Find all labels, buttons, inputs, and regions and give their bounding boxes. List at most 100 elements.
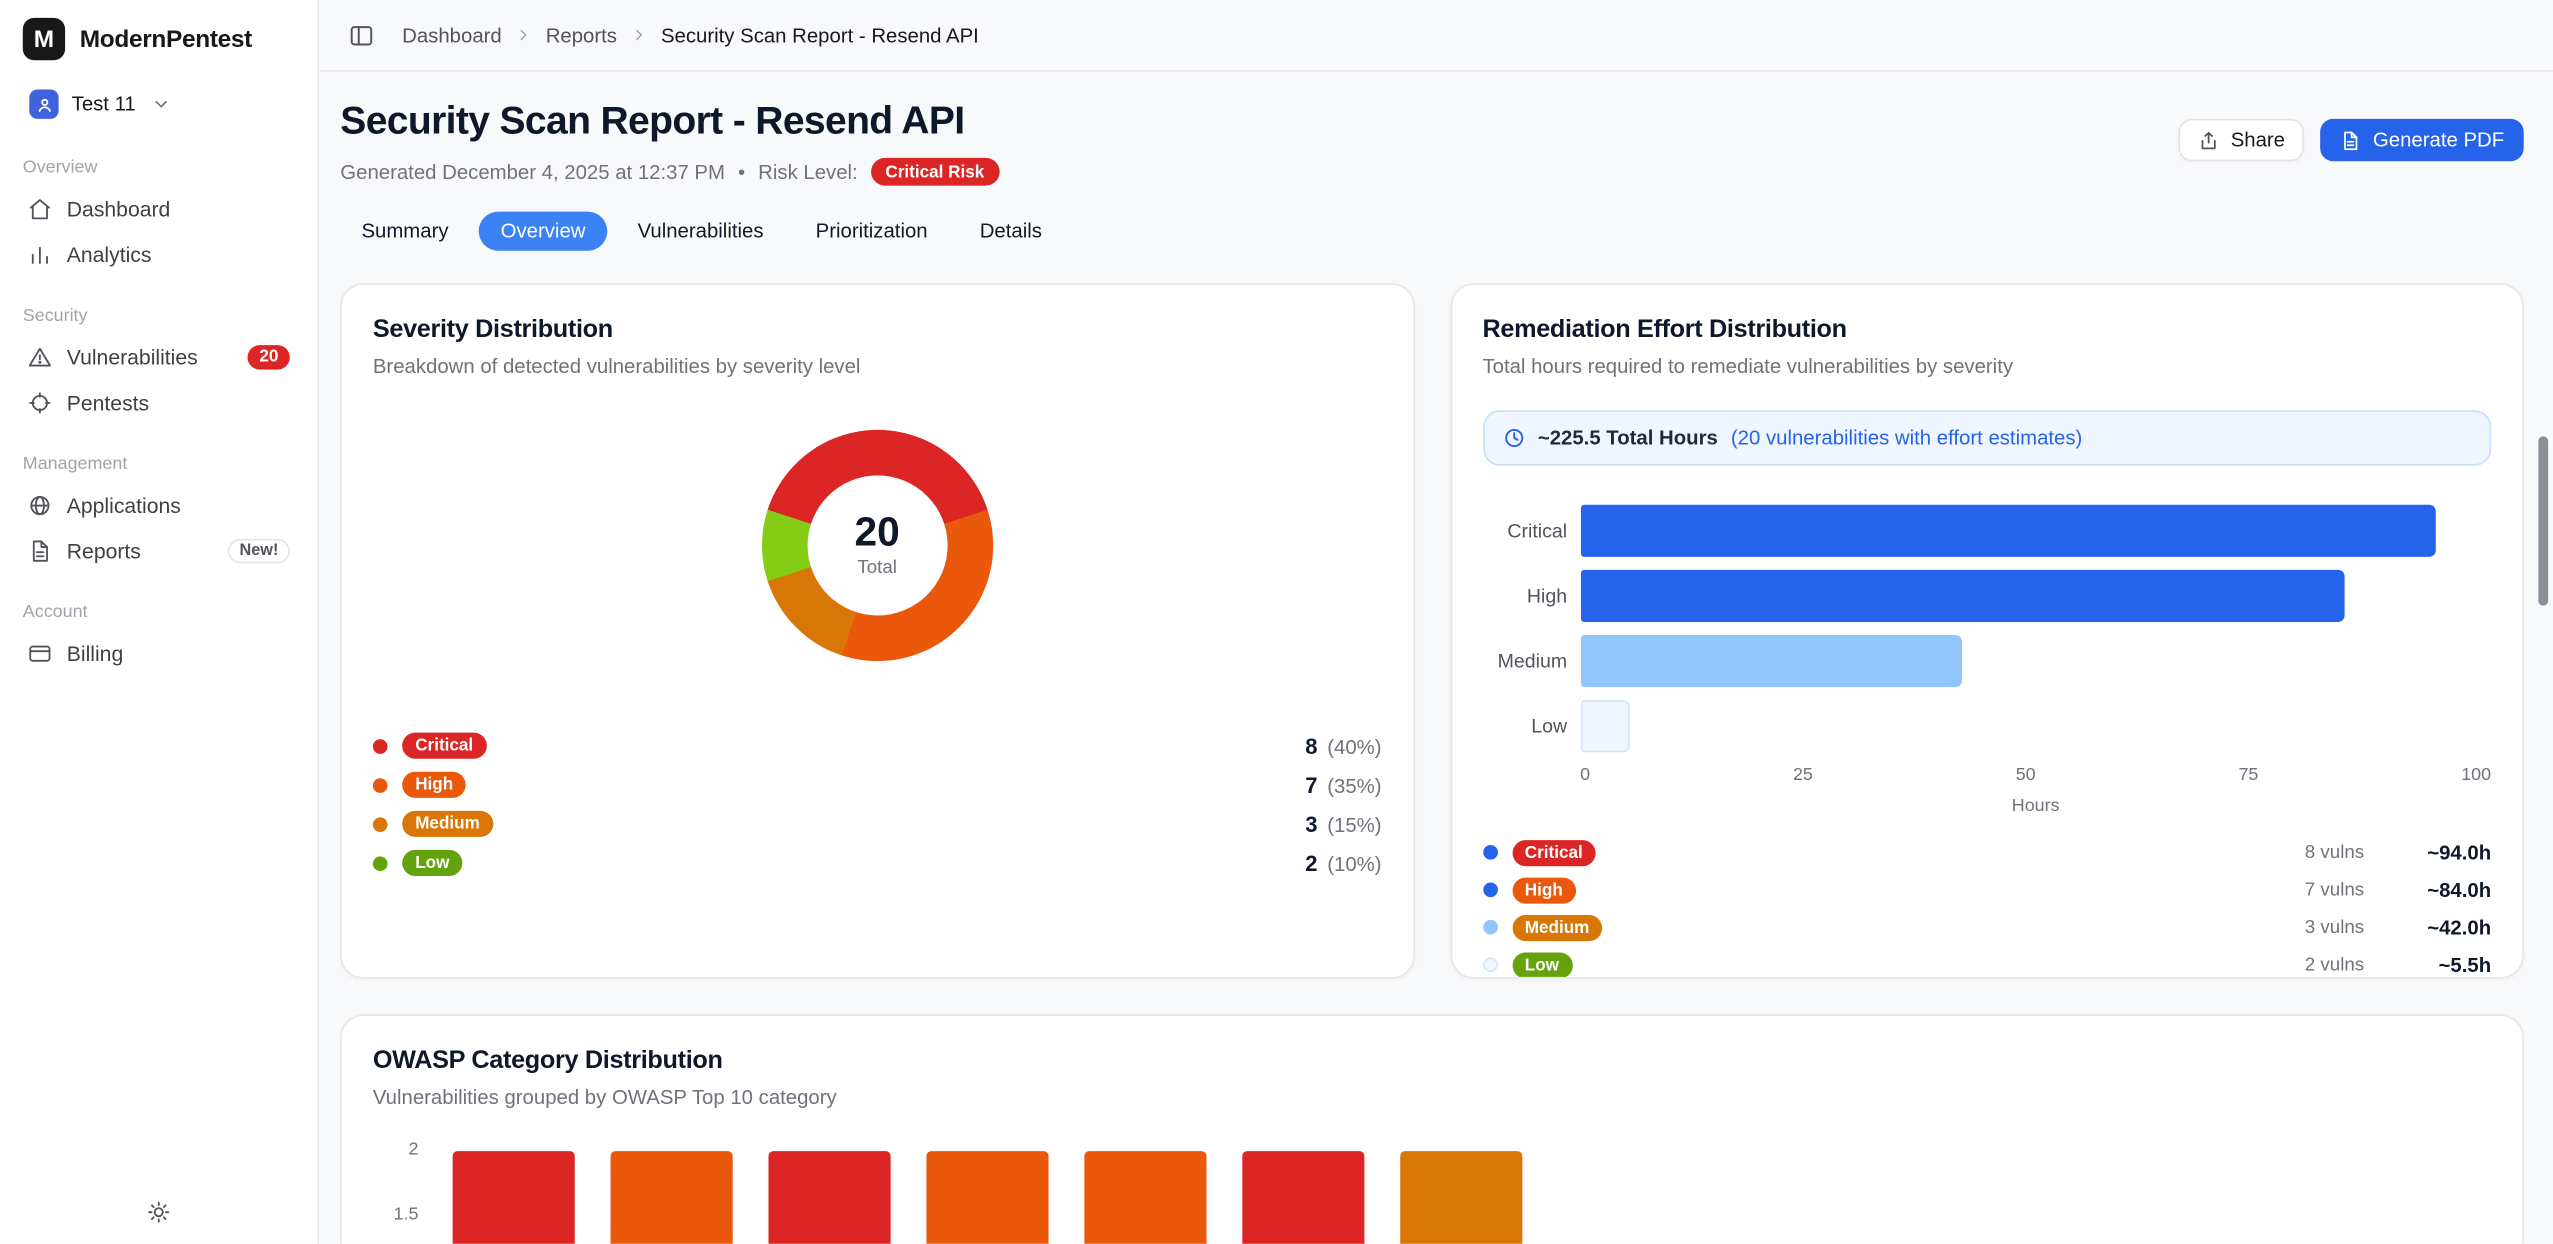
breadcrumb-dashboard[interactable]: Dashboard	[402, 24, 502, 47]
legend-row-medium: Medium 3(15%)	[373, 804, 1382, 843]
tab-details[interactable]: Details	[959, 212, 1064, 251]
team-switcher[interactable]: Test 11	[16, 80, 301, 129]
report-tabs: Summary Overview Vulnerabilities Priorit…	[340, 212, 2523, 251]
tab-prioritization[interactable]: Prioritization	[794, 212, 948, 251]
brand-name: ModernPentest	[80, 25, 252, 53]
remediation-effort-card: Remediation Effort Distribution Total ho…	[1450, 283, 2524, 978]
share-button[interactable]: Share	[2179, 119, 2305, 161]
bar-row-low: Low	[1482, 694, 2491, 759]
sidebar-item-label: Reports	[67, 538, 141, 562]
severity-legend: Critical 8(40%) High 7(35%) Medium 3(15%…	[373, 726, 1382, 882]
low-vuln-count: 2 vulns	[2305, 955, 2364, 975]
sidebar-item-label: Dashboard	[67, 196, 171, 220]
total-label: Total	[857, 558, 897, 578]
theme-toggle-button[interactable]	[136, 1189, 182, 1235]
critical-dot	[373, 738, 388, 753]
high-vuln-count: 7 vulns	[2305, 880, 2364, 900]
sidebar-item-billing[interactable]: Billing	[16, 630, 301, 676]
owasp-bar	[926, 1151, 1048, 1244]
screen: M ModernPentest Test 11 Overview Dashboa…	[0, 0, 2553, 1244]
critical-pct: (40%)	[1327, 735, 1381, 758]
legend-row-critical: Critical 8(40%)	[373, 726, 1382, 765]
brand[interactable]: M ModernPentest	[16, 0, 301, 73]
critical-count: 8	[1305, 733, 1317, 757]
page-title: Security Scan Report - Resend API	[340, 99, 999, 145]
sidebar-section-security: Security	[23, 306, 295, 326]
bar-label: Critical	[1482, 519, 1567, 542]
file-icon	[28, 538, 52, 562]
tab-vulnerabilities[interactable]: Vulnerabilities	[616, 212, 784, 251]
card-title: OWASP Category Distribution	[373, 1047, 2491, 1076]
high-badge: High	[402, 772, 466, 798]
low-dot	[1482, 957, 1497, 972]
effort-legend-row-low: Low 2 vulns ~5.5h	[1482, 946, 2491, 979]
total-vulnerabilities: 20	[855, 513, 900, 554]
header-actions: Share Generate PDF	[2179, 119, 2524, 161]
severity-distribution-card: Severity Distribution Breakdown of detec…	[340, 283, 1414, 978]
high-badge: High	[1512, 877, 1576, 903]
report-meta: Generated December 4, 2025 at 12:37 PM •…	[340, 158, 999, 186]
bar-row-high: High	[1482, 563, 2491, 628]
total-hours-note: (20 vulnerabilities with effort estimate…	[1731, 427, 2082, 450]
owasp-bar-chart: 2 1.5	[373, 1135, 2491, 1244]
generated-timestamp: Generated December 4, 2025 at 12:37 PM	[340, 160, 725, 183]
globe-icon	[28, 493, 52, 517]
low-count: 2	[1305, 851, 1317, 875]
sidebar: M ModernPentest Test 11 Overview Dashboa…	[0, 0, 319, 1244]
axis-tick: 75	[2238, 765, 2258, 785]
sidebar-item-dashboard[interactable]: Dashboard	[16, 186, 301, 232]
share-button-label: Share	[2231, 129, 2285, 152]
sidebar-item-analytics[interactable]: Analytics	[16, 231, 301, 277]
effort-legend-row-critical: Critical 8 vulns ~94.0h	[1482, 834, 2491, 871]
breadcrumb-reports[interactable]: Reports	[546, 24, 617, 47]
total-hours-banner: ~225.5 Total Hours (20 vulnerabilities w…	[1482, 410, 2491, 465]
sidebar-item-reports[interactable]: Reports New!	[16, 528, 301, 574]
sidebar-item-label: Billing	[67, 641, 123, 665]
total-hours: ~225.5 Total Hours	[1538, 427, 1718, 450]
bar-label: Low	[1482, 715, 1567, 738]
high-pct: (35%)	[1327, 774, 1381, 797]
tab-overview[interactable]: Overview	[479, 212, 606, 251]
critical-vuln-count: 8 vulns	[2305, 843, 2364, 863]
owasp-bar	[1084, 1151, 1206, 1244]
high-hours: ~84.0h	[2406, 878, 2491, 901]
donut-center: 20 Total	[807, 475, 947, 615]
sidebar-item-label: Applications	[67, 493, 181, 517]
sidebar-item-applications[interactable]: Applications	[16, 482, 301, 528]
low-badge: Low	[1512, 952, 1572, 978]
effort-bar-chart: Critical High Medium Low	[1482, 498, 2491, 815]
effort-bar-fill	[1580, 635, 1963, 687]
card-subtitle: Total hours required to remediate vulner…	[1482, 355, 2491, 378]
sun-icon	[147, 1199, 171, 1223]
target-icon	[28, 390, 52, 414]
breadcrumb-current: Security Scan Report - Resend API	[661, 24, 979, 47]
medium-vuln-count: 3 vulns	[2305, 917, 2364, 937]
low-badge: Low	[402, 850, 462, 876]
card-title: Remediation Effort Distribution	[1482, 316, 2491, 345]
medium-dot	[373, 817, 388, 832]
critical-hours: ~94.0h	[2406, 841, 2491, 864]
tab-summary[interactable]: Summary	[340, 212, 469, 251]
x-axis: 0 25 50 75 100	[1482, 765, 2491, 785]
bar-label: Medium	[1482, 650, 1567, 673]
low-hours: ~5.5h	[2406, 953, 2491, 976]
breadcrumb: Dashboard Reports Security Scan Report -…	[402, 24, 979, 47]
generate-pdf-button[interactable]: Generate PDF	[2321, 119, 2524, 161]
generate-pdf-button-label: Generate PDF	[2373, 129, 2504, 152]
legend-row-low: Low 2(10%)	[373, 843, 1382, 882]
sidebar-item-vulnerabilities[interactable]: Vulnerabilities 20	[16, 334, 301, 380]
reports-new-badge: New!	[228, 538, 290, 562]
high-dot	[1482, 882, 1497, 897]
sidebar-item-label: Vulnerabilities	[67, 344, 198, 368]
scrollbar-thumb[interactable]	[2538, 436, 2548, 605]
chevron-right-icon	[630, 26, 648, 44]
effort-bar-fill	[1580, 505, 2436, 557]
sidebar-toggle-button[interactable]	[340, 14, 382, 56]
critical-dot	[1482, 845, 1497, 860]
medium-hours: ~42.0h	[2406, 916, 2491, 939]
warning-triangle-icon	[28, 344, 52, 368]
sidebar-item-pentests[interactable]: Pentests	[16, 379, 301, 425]
x-axis-title: Hours	[1580, 796, 2491, 816]
owasp-bar	[611, 1151, 733, 1244]
home-icon	[28, 196, 52, 220]
